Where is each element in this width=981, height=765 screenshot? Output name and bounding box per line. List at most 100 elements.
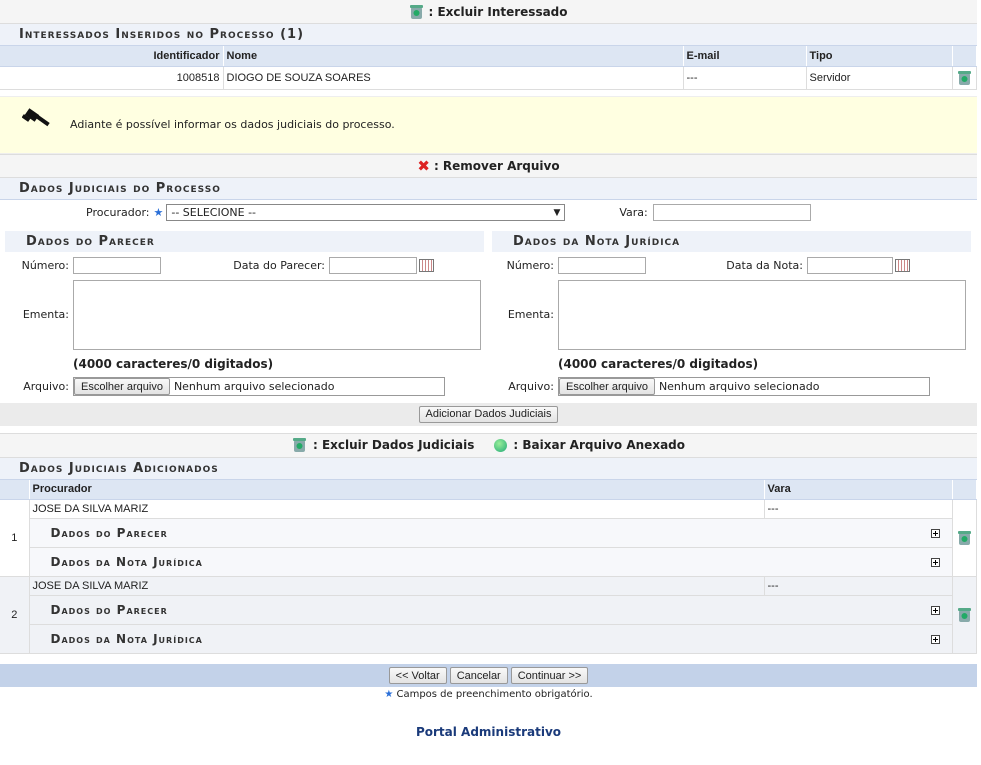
download-icon: [494, 438, 508, 452]
row-number: 1: [0, 499, 30, 577]
procurador-select[interactable]: -- SELECIONE -- ▼: [166, 204, 566, 221]
nota-arquivo-label: Arquivo:: [508, 380, 554, 393]
parecer-arquivo-row: Arquivo: Escolher arquivo Nenhum arquivo…: [5, 377, 484, 397]
add-dados-judiciais-button[interactable]: Adicionar Dados Judiciais: [418, 405, 559, 423]
portal-link[interactable]: Portal Administrativo: [0, 725, 977, 739]
cell-procurador: JOSE DA SILVA MARIZ: [29, 499, 765, 519]
required-note-text: Campos de preenchimento obrigatório.: [396, 689, 593, 700]
remove-x-icon: ✖: [417, 156, 430, 175]
section-title-dados-judiciais: Dados Judiciais do Processo: [0, 177, 977, 200]
subrow-parecer-label: Dados do Parecer: [50, 603, 168, 617]
legend-label: : Remover Arquivo: [433, 158, 560, 173]
nota-file-input[interactable]: Escolher arquivo Nenhum arquivo selecion…: [558, 377, 930, 396]
trash-icon: [409, 4, 424, 20]
continuar-button[interactable]: Continuar >>: [510, 667, 589, 684]
cancelar-button[interactable]: Cancelar: [449, 667, 508, 684]
col-actions: [952, 479, 977, 500]
parecer-data-input[interactable]: [329, 256, 417, 274]
subrow-nota-label: Dados da Nota Jurídica: [50, 555, 203, 569]
legend-excluir-label: : Excluir Dados Judiciais: [312, 438, 475, 452]
adicionados-table: Procurador Vara 1 JOSE DA SILVA MARIZ --…: [0, 479, 977, 654]
subrow-nota-cell: Dados da Nota Jurídica: [29, 624, 953, 654]
nota-title: Dados da Nota Jurídica: [492, 230, 971, 252]
expand-plus-icon[interactable]: [930, 634, 940, 644]
procurador-row: Procurador: ★ -- SELECIONE -- ▼ Vara:: [0, 200, 977, 226]
nota-ementa-label: Ementa:: [507, 308, 554, 321]
legend-dados-judiciais: : Excluir Dados Judiciais : Baixar Arqui…: [0, 432, 977, 458]
calendar-icon[interactable]: [419, 258, 434, 272]
parecer-file-button[interactable]: Escolher arquivo: [74, 378, 170, 395]
parecer-title: Dados do Parecer: [5, 230, 484, 252]
parecer-ementa-row: Ementa:: [5, 279, 484, 351]
cell-actions: [952, 66, 977, 90]
row-number: 2: [0, 576, 30, 654]
nota-data-input[interactable]: [807, 256, 893, 274]
subrow-parecer-label: Dados do Parecer: [50, 526, 168, 540]
parecer-ementa-label: Ementa:: [22, 308, 69, 321]
table-row: 2 JOSE DA SILVA MARIZ ---: [0, 576, 977, 654]
info-text: Adiante é possível informar os dados jud…: [70, 118, 395, 131]
subrow-parecer: Dados do Parecer: [0, 518, 977, 548]
nota-char-counter: (4000 caracteres/0 digitados): [558, 356, 759, 371]
procurador-select-value: -- SELECIONE --: [171, 206, 257, 219]
parecer-file-input[interactable]: Escolher arquivo Nenhum arquivo selecion…: [73, 377, 445, 396]
col-procurador: Procurador: [29, 479, 765, 500]
procurador-label: Procurador:: [86, 206, 150, 219]
expand-plus-icon[interactable]: [930, 605, 940, 615]
gavel-icon: [21, 108, 54, 141]
nota-file-status: Nenhum arquivo selecionado: [658, 380, 820, 393]
nota-data-label: Data da Nota:: [726, 258, 803, 272]
col-identificador: Identificador: [0, 46, 224, 67]
subrow-nota-label: Dados da Nota Jurídica: [50, 632, 203, 646]
subrow-parecer-cell: Dados do Parecer: [29, 518, 953, 548]
cell-actions: [952, 499, 977, 577]
parecer-numero-label: Número:: [21, 258, 69, 272]
vara-input[interactable]: [652, 204, 811, 221]
subrow-nota-cell: Dados da Nota Jurídica: [29, 547, 953, 577]
expand-plus-icon[interactable]: [930, 528, 940, 538]
cell-vara: ---: [764, 576, 953, 596]
subrow-nota: Dados da Nota Jurídica: [0, 547, 977, 577]
parecer-numero-input[interactable]: [73, 256, 161, 274]
footer-button-bar: << Voltar Cancelar Continuar >>: [0, 664, 977, 687]
table-row: 1 JOSE DA SILVA MARIZ ---: [0, 499, 977, 577]
parecer-file-status: Nenhum arquivo selecionado: [173, 380, 335, 393]
parecer-char-counter: (4000 caracteres/0 digitados): [73, 356, 274, 371]
nota-numero-row: Número: Data da Nota:: [492, 252, 971, 279]
delete-dados-icon[interactable]: [957, 607, 972, 623]
delete-dados-icon[interactable]: [957, 530, 972, 546]
required-star-icon: ★: [153, 206, 164, 219]
voltar-button[interactable]: << Voltar: [388, 667, 447, 684]
nota-ementa-textarea[interactable]: [558, 279, 966, 350]
vara-label: Vara:: [619, 206, 648, 219]
parecer-data-label: Data do Parecer:: [233, 258, 325, 272]
interessados-table: Identificador Nome E-mail Tipo 1008518 D…: [0, 46, 977, 90]
table-row: 1008518 DIOGO DE SOUZA SOARES --- Servid…: [0, 66, 977, 90]
nota-panel: Dados da Nota Jurídica Número: Data da N…: [492, 230, 971, 397]
nota-arquivo-row: Arquivo: Escolher arquivo Nenhum arquivo…: [492, 377, 971, 397]
cell-email: ---: [683, 66, 807, 90]
parecer-arquivo-label: Arquivo:: [23, 380, 69, 393]
nota-numero-input[interactable]: [558, 256, 646, 274]
parecer-numero-row: Número: Data do Parecer:: [5, 252, 484, 279]
section-title-interessados: Interessados Inseridos no Processo (1): [0, 24, 977, 46]
expand-plus-icon[interactable]: [930, 557, 940, 567]
col-tipo: Tipo: [806, 46, 953, 67]
required-note: ★ Campos de preenchimento obrigatório.: [0, 689, 977, 700]
trash-icon: [292, 437, 307, 453]
required-star-icon: ★: [384, 689, 394, 700]
nota-ementa-row: Ementa:: [492, 279, 971, 351]
cell-identificador: 1008518: [0, 66, 224, 90]
info-box: Adiante é possível informar os dados jud…: [0, 95, 977, 154]
parecer-ementa-textarea[interactable]: [73, 279, 481, 350]
col-num: [0, 479, 30, 500]
cell-nome: DIOGO DE SOUZA SOARES: [223, 66, 684, 90]
parecer-panel: Dados do Parecer Número: Data do Parecer…: [5, 230, 484, 397]
legend-remover-arquivo: ✖ : Remover Arquivo: [0, 153, 977, 178]
subrow-parecer: Dados do Parecer: [0, 595, 977, 625]
nota-file-button[interactable]: Escolher arquivo: [559, 378, 655, 395]
calendar-icon[interactable]: [895, 258, 910, 272]
cell-procurador: JOSE DA SILVA MARIZ: [29, 576, 765, 596]
nota-numero-label: Número:: [506, 258, 554, 272]
delete-interessado-icon[interactable]: [957, 70, 972, 86]
